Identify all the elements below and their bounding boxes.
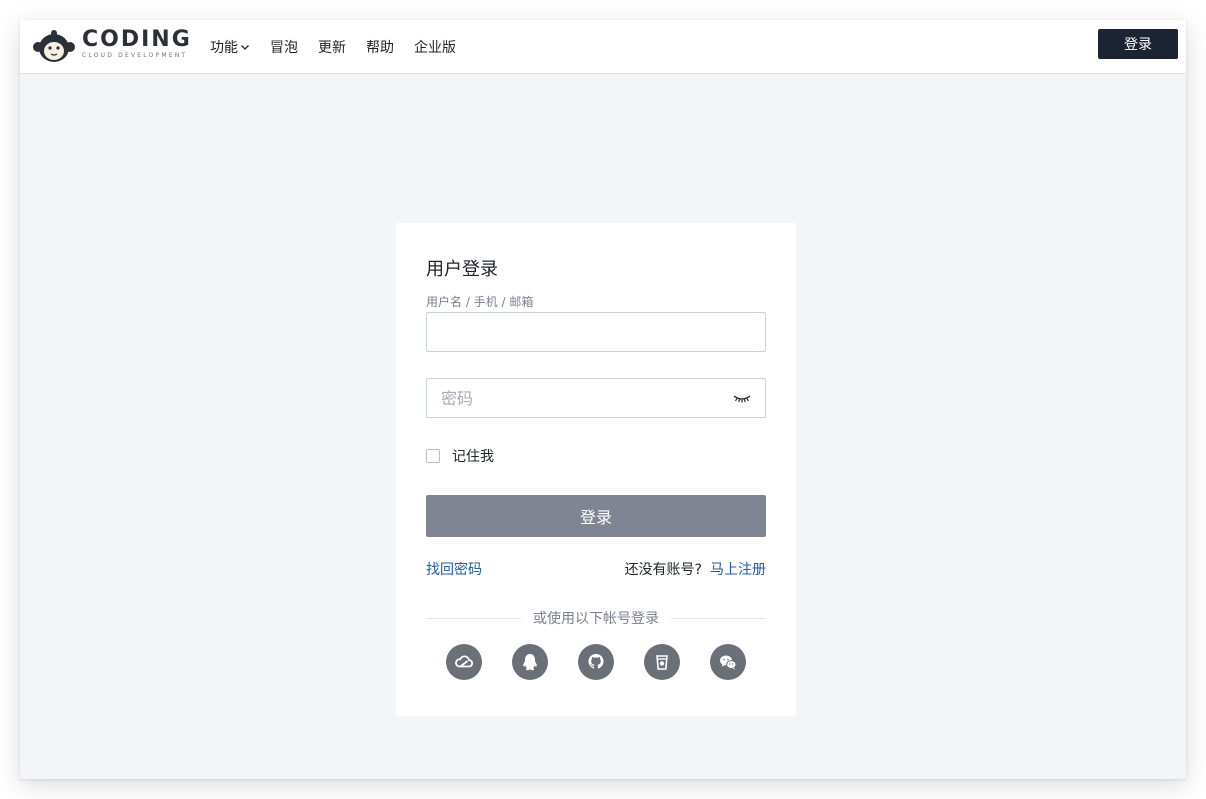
username-label: 用户名 / 手机 / 邮箱: [426, 295, 534, 309]
github-login-button[interactable]: [578, 644, 614, 680]
github-icon: [588, 654, 604, 669]
wechat-login-button[interactable]: [710, 644, 746, 680]
divider-line: [671, 617, 766, 619]
signup-row: 还没有账号? 马上注册: [625, 559, 766, 579]
register-link[interactable]: 马上注册: [710, 559, 766, 579]
browser-window: CODING CLOUD DEVELOPMENT 功能 冒泡 更新 帮助 企业版: [20, 20, 1186, 779]
nav-item-label: 功能: [210, 40, 238, 56]
logo-text: CODING CLOUD DEVELOPMENT: [82, 27, 192, 60]
tencent-cloud-login-button[interactable]: [446, 644, 482, 680]
qq-login-button[interactable]: [512, 644, 548, 680]
top-nav-bar: CODING CLOUD DEVELOPMENT 功能 冒泡 更新 帮助 企业版: [20, 20, 1186, 74]
chevron-down-icon: [241, 45, 249, 50]
login-card: 用户登录 用户名 / 手机 / 邮箱 记住我 登录 找回密码 还没有账号? 马上…: [396, 223, 796, 716]
nav-item-features[interactable]: 功能: [210, 37, 250, 57]
login-title: 用户登录: [426, 259, 498, 280]
username-field: [426, 312, 766, 352]
password-input[interactable]: [427, 379, 745, 417]
brand-subtitle: CLOUD DEVELOPMENT: [82, 52, 188, 59]
monkey-logo-icon: [33, 30, 75, 62]
gitee-icon: [656, 655, 668, 670]
qq-icon: [523, 654, 537, 671]
header-login-button[interactable]: 登录: [1098, 29, 1178, 59]
divider-text: 或使用以下帐号登录: [533, 611, 659, 627]
nav-item-label: 更新: [318, 40, 346, 56]
no-account-text: 还没有账号?: [624, 562, 702, 578]
eye-closed-icon[interactable]: [733, 392, 751, 404]
gitee-login-button[interactable]: [644, 644, 680, 680]
nav-item-label: 帮助: [366, 40, 394, 56]
password-field: [426, 378, 766, 418]
social-login-row: [446, 644, 746, 680]
social-divider: 或使用以下帐号登录: [426, 609, 766, 627]
divider-line: [426, 617, 521, 619]
nav-item-enterprise[interactable]: 企业版: [414, 37, 456, 57]
nav-item-updates[interactable]: 更新: [318, 37, 346, 57]
main-nav: 功能 冒泡 更新 帮助 企业版: [210, 20, 476, 74]
remember-me[interactable]: 记住我: [426, 446, 494, 466]
remember-checkbox[interactable]: [426, 449, 440, 463]
nav-item-label: 冒泡: [270, 40, 298, 56]
nav-item-bubble[interactable]: 冒泡: [270, 37, 298, 57]
wechat-icon: [720, 655, 737, 670]
nav-item-help[interactable]: 帮助: [366, 37, 394, 57]
login-submit-button[interactable]: 登录: [426, 495, 766, 537]
nav-item-label: 企业版: [414, 40, 456, 56]
remember-label: 记住我: [452, 449, 494, 465]
username-input[interactable]: [427, 313, 745, 351]
brand-name: CODING: [82, 27, 192, 52]
forgot-password-link[interactable]: 找回密码: [426, 559, 482, 579]
tencent-cloud-icon: [455, 655, 474, 668]
coding-logo[interactable]: CODING CLOUD DEVELOPMENT: [32, 28, 192, 64]
